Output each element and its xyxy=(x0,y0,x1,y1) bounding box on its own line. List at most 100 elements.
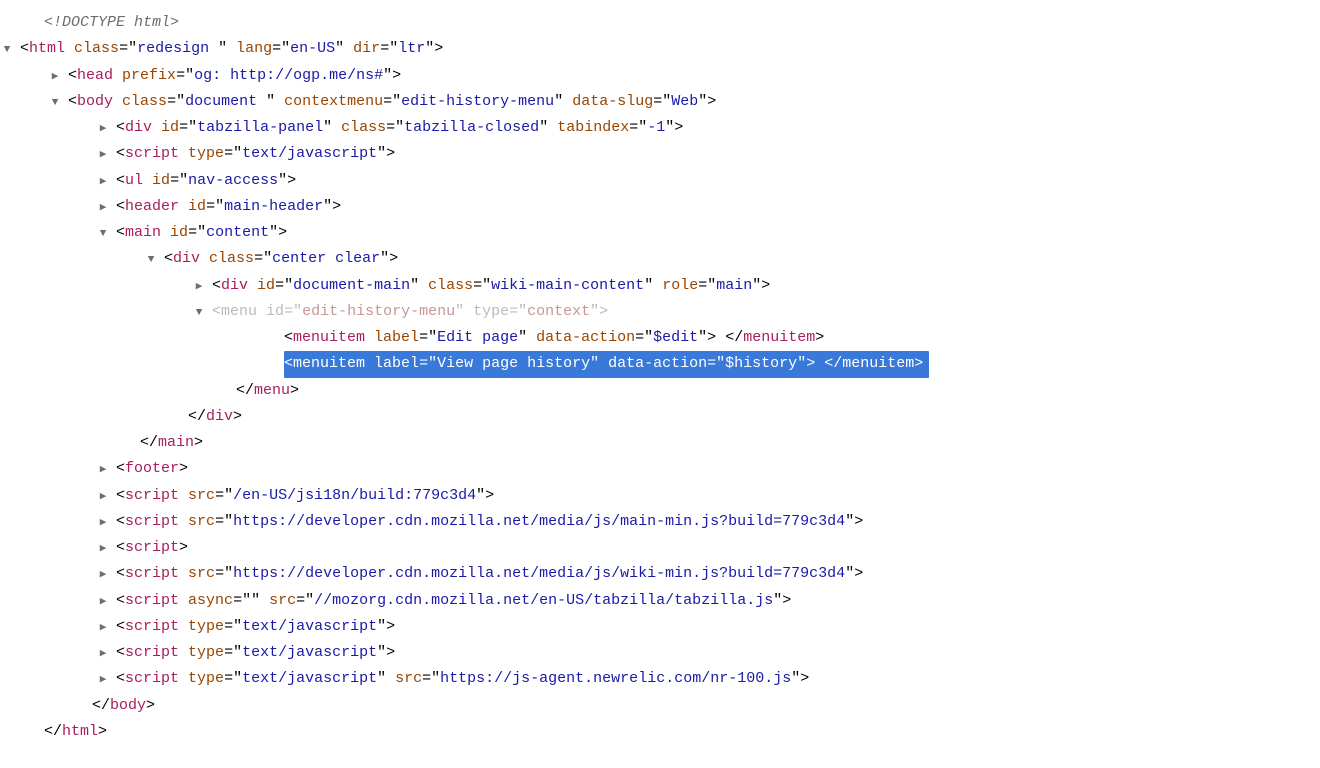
tree-node-content[interactable]: </menu> xyxy=(236,378,1320,404)
tree-node-content[interactable]: <script src="https://developer.cdn.mozil… xyxy=(116,509,1320,535)
tree-row[interactable]: ▶ <script type="text/javascript"> xyxy=(0,614,1320,640)
tree-node-content[interactable]: <body class="document " contextmenu="edi… xyxy=(68,89,1320,115)
tree-row[interactable]: ▶ <script> xyxy=(0,535,1320,561)
tree-node-content[interactable]: <footer> xyxy=(116,456,1320,482)
node-text[interactable]: <menu id="edit-history-menu" type="conte… xyxy=(212,303,608,320)
tree-row[interactable]: ▶ <script type="text/javascript" src="htt… xyxy=(0,666,1320,692)
disclosure-triangle-expanded-icon[interactable]: ▼ xyxy=(48,89,62,113)
tree-node-content[interactable]: <div id="tabzilla-panel" class="tabzilla… xyxy=(116,115,1320,141)
node-text[interactable]: <script> xyxy=(116,539,188,556)
node-text[interactable]: <menuitem label="Edit page" data-action=… xyxy=(284,329,824,346)
tree-row[interactable]: ▶ <head prefix="og: http://ogp.me/ns#"> xyxy=(0,63,1320,89)
tree-node-content[interactable]: </div> xyxy=(188,404,1320,430)
disclosure-triangle-expanded-icon[interactable]: ▼ xyxy=(0,36,14,60)
tree-node-content[interactable]: </body> xyxy=(92,693,1320,719)
node-text[interactable]: <main id="content"> xyxy=(116,224,287,241)
node-text[interactable]: <script src="https://developer.cdn.mozil… xyxy=(116,513,863,530)
node-text[interactable]: </html> xyxy=(44,723,107,740)
tree-row[interactable]: ▶<!DOCTYPE html> xyxy=(0,10,1320,36)
tree-node-content[interactable]: <script type="text/javascript"> xyxy=(116,640,1320,666)
node-text[interactable]: <!DOCTYPE html> xyxy=(44,14,179,31)
disclosure-triangle-expanded-icon[interactable]: ▼ xyxy=(96,220,110,244)
tree-node-content[interactable]: <main id="content"> xyxy=(116,220,1320,246)
disclosure-triangle-collapsed-icon[interactable]: ▶ xyxy=(192,273,206,297)
node-text[interactable]: <div class="center clear"> xyxy=(164,250,398,267)
tree-node-content[interactable]: <head prefix="og: http://ogp.me/ns#"> xyxy=(68,63,1320,89)
selected-node[interactable]: <menuitem label="View page history" data… xyxy=(284,351,929,377)
node-text[interactable]: <div id="tabzilla-panel" class="tabzilla… xyxy=(116,119,683,136)
tree-row[interactable]: ▶ <script async="" src="//mozorg.cdn.mozi… xyxy=(0,588,1320,614)
disclosure-triangle-expanded-icon[interactable]: ▼ xyxy=(192,299,206,323)
tree-row[interactable]: ▼ <main id="content"> xyxy=(0,220,1320,246)
tree-row[interactable]: ▼ <html class="redesign " lang="en-US" di… xyxy=(0,36,1320,62)
tree-node-content[interactable]: <menu id="edit-history-menu" type="conte… xyxy=(212,299,1320,325)
tree-node-content[interactable]: <script src="/en-US/jsi18n/build:779c3d4… xyxy=(116,483,1320,509)
tree-row[interactable]: ▶ <script src="https://developer.cdn.mozi… xyxy=(0,561,1320,587)
disclosure-triangle-collapsed-icon[interactable]: ▶ xyxy=(96,640,110,664)
node-text[interactable]: <body class="document " contextmenu="edi… xyxy=(68,93,716,110)
node-text[interactable]: <header id="main-header"> xyxy=(116,198,341,215)
disclosure-triangle-collapsed-icon[interactable]: ▶ xyxy=(96,456,110,480)
tree-row[interactable]: ▶</menu> xyxy=(0,378,1320,404)
node-text[interactable]: </body> xyxy=(92,697,155,714)
tree-row[interactable]: ▶</main> xyxy=(0,430,1320,456)
tree-row[interactable]: ▶ <script src="https://developer.cdn.mozi… xyxy=(0,509,1320,535)
disclosure-triangle-collapsed-icon[interactable]: ▶ xyxy=(96,535,110,559)
tree-row[interactable]: ▶ <script src="/en-US/jsi18n/build:779c3d… xyxy=(0,483,1320,509)
tree-row[interactable]: ▶ <div id="document-main" class="wiki-mai… xyxy=(0,273,1320,299)
tree-node-content[interactable]: <div id="document-main" class="wiki-main… xyxy=(212,273,1320,299)
tree-row[interactable]: ▶</div> xyxy=(0,404,1320,430)
node-text[interactable]: </main> xyxy=(140,434,203,451)
node-text[interactable]: <script type="text/javascript"> xyxy=(116,145,395,162)
node-text[interactable]: <head prefix="og: http://ogp.me/ns#"> xyxy=(68,67,401,84)
disclosure-triangle-collapsed-icon[interactable]: ▶ xyxy=(48,63,62,87)
tree-node-content[interactable]: <header id="main-header"> xyxy=(116,194,1320,220)
tree-row[interactable]: ▶</body> xyxy=(0,693,1320,719)
tree-node-content[interactable]: <script async="" src="//mozorg.cdn.mozil… xyxy=(116,588,1320,614)
node-text[interactable]: </menu> xyxy=(236,382,299,399)
node-text[interactable]: <script src="https://developer.cdn.mozil… xyxy=(116,565,863,582)
tree-node-content[interactable]: <script type="text/javascript"> xyxy=(116,141,1320,167)
node-text[interactable]: <script type="text/javascript" src="http… xyxy=(116,670,809,687)
tree-node-content[interactable]: <script src="https://developer.cdn.mozil… xyxy=(116,561,1320,587)
tree-node-content[interactable]: <!DOCTYPE html> xyxy=(44,10,1320,36)
disclosure-triangle-collapsed-icon[interactable]: ▶ xyxy=(96,666,110,690)
tree-node-content[interactable]: <html class="redesign " lang="en-US" dir… xyxy=(20,36,1320,62)
node-text[interactable]: <script type="text/javascript"> xyxy=(116,644,395,661)
node-text[interactable]: <script src="/en-US/jsi18n/build:779c3d4… xyxy=(116,487,494,504)
tree-node-content[interactable]: <menuitem label="Edit page" data-action=… xyxy=(284,325,1320,351)
tree-node-content[interactable]: <div class="center clear"> xyxy=(164,246,1320,272)
tree-node-content[interactable]: <ul id="nav-access"> xyxy=(116,168,1320,194)
disclosure-triangle-collapsed-icon[interactable]: ▶ xyxy=(96,168,110,192)
disclosure-triangle-collapsed-icon[interactable]: ▶ xyxy=(96,614,110,638)
disclosure-triangle-collapsed-icon[interactable]: ▶ xyxy=(96,483,110,507)
tree-row[interactable]: ▼ <div class="center clear"> xyxy=(0,246,1320,272)
node-text[interactable]: <script async="" src="//mozorg.cdn.mozil… xyxy=(116,592,791,609)
node-text[interactable]: <footer> xyxy=(116,460,188,477)
disclosure-triangle-collapsed-icon[interactable]: ▶ xyxy=(96,115,110,139)
node-text[interactable]: <ul id="nav-access"> xyxy=(116,172,296,189)
tree-row[interactable]: ▶ <header id="main-header"> xyxy=(0,194,1320,220)
tree-node-content[interactable]: <menuitem label="View page history" data… xyxy=(284,351,1320,377)
node-text[interactable]: <html class="redesign " lang="en-US" dir… xyxy=(20,40,443,57)
node-text[interactable]: <script type="text/javascript"> xyxy=(116,618,395,635)
disclosure-triangle-collapsed-icon[interactable]: ▶ xyxy=(96,509,110,533)
tree-node-content[interactable]: <script type="text/javascript" src="http… xyxy=(116,666,1320,692)
disclosure-triangle-collapsed-icon[interactable]: ▶ xyxy=(96,561,110,585)
tree-row[interactable]: ▶ <footer> xyxy=(0,456,1320,482)
tree-node-content[interactable]: <script type="text/javascript"> xyxy=(116,614,1320,640)
disclosure-triangle-collapsed-icon[interactable]: ▶ xyxy=(96,588,110,612)
disclosure-triangle-collapsed-icon[interactable]: ▶ xyxy=(96,194,110,218)
tree-row[interactable]: ▶<menuitem label="Edit page" data-action… xyxy=(0,325,1320,351)
node-text[interactable]: <div id="document-main" class="wiki-main… xyxy=(212,277,770,294)
tree-node-content[interactable]: </main> xyxy=(140,430,1320,456)
tree-row[interactable]: ▶ <div id="tabzilla-panel" class="tabzill… xyxy=(0,115,1320,141)
tree-node-content[interactable]: </html> xyxy=(44,719,1320,745)
node-text[interactable]: </div> xyxy=(188,408,242,425)
tree-row[interactable]: ▼ <menu id="edit-history-menu" type="cont… xyxy=(0,299,1320,325)
tree-row[interactable]: ▼ <body class="document " contextmenu="ed… xyxy=(0,89,1320,115)
tree-row[interactable]: ▶ <script type="text/javascript"> xyxy=(0,640,1320,666)
disclosure-triangle-expanded-icon[interactable]: ▼ xyxy=(144,246,158,270)
tree-row[interactable]: ▶</html> xyxy=(0,719,1320,745)
tree-row[interactable]: ▶<script type="text/javascript"> xyxy=(0,141,1320,167)
